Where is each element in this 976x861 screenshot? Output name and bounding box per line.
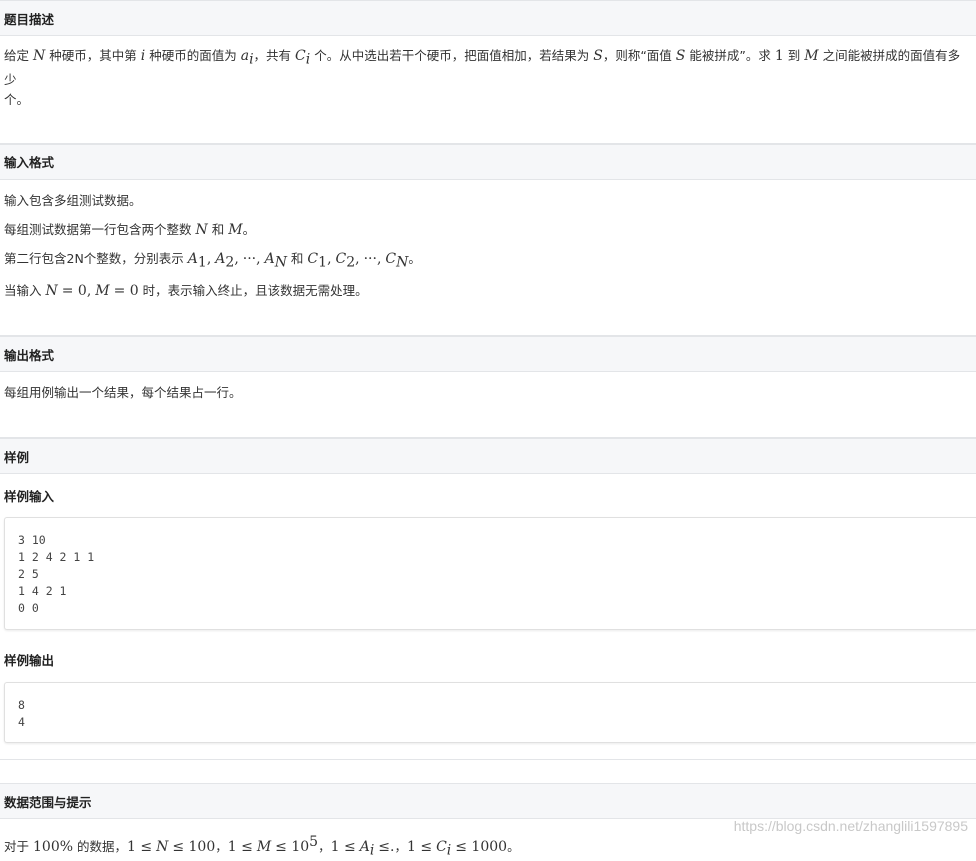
constraints-text: 对于 100% 的数据，1 ≤ N ≤ 100，1 ≤ M ≤ 105，1 ≤ … xyxy=(4,834,520,859)
input-format-line3: 第二行包含2N个整数，分别表示 A1, A2, ···, AN 和 C1, C2… xyxy=(4,250,421,271)
watermark: https://blog.csdn.net/zhanglili1597895 xyxy=(733,818,968,834)
section-spacer xyxy=(0,312,976,336)
input-format-line4: 当输入 N = 0, M = 0 时，表示输入终止，且该数据无需处理。 xyxy=(4,283,368,299)
section-heading-description: 题目描述 xyxy=(0,0,976,36)
output-format-body: 每组用例输出一个结果，每个结果占一行。 xyxy=(0,372,976,414)
section-heading-input-format: 输入格式 xyxy=(0,143,976,180)
section-spacer xyxy=(0,120,976,144)
section-spacer xyxy=(0,414,976,438)
input-format-line2: 每组测试数据第一行包含两个整数 N 和 M。 xyxy=(4,221,256,238)
input-format-line1: 输入包含多组测试数据。 xyxy=(4,192,142,208)
sample-input-code[interactable]: 3 10 1 2 4 2 1 1 2 5 1 4 2 1 0 0 xyxy=(4,517,976,630)
section-heading-sample: 样例 xyxy=(0,438,976,474)
description-body: 给定 N 种硬币，其中第 i 种硬币的面值为 ai，共有 Ci 个。从中选出若干… xyxy=(0,36,976,120)
description-text: 给定 N 种硬币，其中第 i 种硬币的面值为 ai，共有 Ci 个。从中选出若干… xyxy=(4,48,961,107)
output-format-line1: 每组用例输出一个结果，每个结果占一行。 xyxy=(4,385,242,400)
sample-output-code[interactable]: 8 4 xyxy=(4,682,976,743)
input-format-body: 输入包含多组测试数据。 每组测试数据第一行包含两个整数 N 和 M。 第二行包含… xyxy=(0,180,976,313)
sample-input-label: 样例输入 xyxy=(4,489,55,504)
section-heading-output-format: 输出格式 xyxy=(0,336,976,372)
sample-output-label: 样例输出 xyxy=(4,653,55,668)
section-heading-constraints: 数据范围与提示 xyxy=(0,783,976,819)
